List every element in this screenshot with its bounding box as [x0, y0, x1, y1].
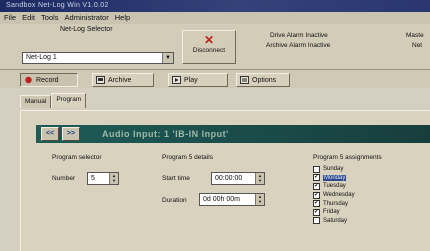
number-label: Number [52, 175, 76, 182]
disconnect-button[interactable]: ✕ Disconnect [182, 30, 236, 64]
record-mode-button[interactable]: Record [20, 73, 78, 87]
program-details-title: Program 5 details [162, 154, 213, 161]
drive-alarm-status: Drive Alarm Inactive [270, 32, 328, 39]
netlog-selector-value: Net-Log 1 [26, 54, 57, 61]
chevron-down-icon[interactable]: ▼ [162, 53, 173, 63]
day-label: Monday [323, 174, 347, 181]
record-icon [25, 76, 32, 84]
tab-program[interactable]: Program [51, 93, 87, 108]
net-status-label: Net [412, 42, 423, 49]
netlog-selector-dropdown[interactable]: Net-Log 1 ▼ [22, 52, 174, 64]
day-row-friday[interactable]: ✓ Friday [313, 208, 355, 217]
disconnect-label: Disconnect [192, 47, 226, 54]
menu-bar: File Edit Tools Administrator Help [0, 12, 430, 24]
archive-icon [96, 76, 105, 84]
stepper-arrows-icon[interactable]: ▲ ▼ [255, 194, 264, 205]
duration-value: 0d 00h 00m [203, 196, 240, 203]
day-row-wednesday[interactable]: ✓ Wednesday [313, 191, 355, 200]
program-assignments-title: Program 5 assignments [313, 154, 382, 161]
program-selector-title: Program selector [52, 154, 102, 161]
day-label: Saturday [323, 217, 348, 224]
master-status-label: Maste [406, 32, 424, 39]
day-checkbox[interactable]: ✓ [313, 191, 320, 199]
duration-label: Duration [162, 197, 187, 204]
window-title: Sandbox Net-Log Win V1.0.02 [6, 2, 109, 9]
start-time-field[interactable]: 00:00:00 ▲ ▼ [211, 172, 265, 185]
menu-edit[interactable]: Edit [22, 12, 35, 24]
archive-alarm-status: Archive Alarm Inactive [266, 42, 331, 49]
stepper-arrows-icon[interactable]: ▲ ▼ [109, 173, 118, 184]
day-checkbox[interactable] [313, 217, 320, 225]
day-row-tuesday[interactable]: ✓ Tuesday [313, 182, 355, 191]
audio-input-title: Audio Input: 1 'IB-IN Input' [102, 129, 229, 139]
netlog-selector-label: Net-Log Selector [60, 26, 113, 33]
previous-input-button[interactable]: << [41, 127, 59, 141]
day-row-thursday[interactable]: ✓ Thursday [313, 199, 355, 208]
program-number-value: 5 [91, 175, 95, 182]
stepper-arrows-icon[interactable]: ▲ ▼ [255, 173, 264, 184]
day-label: Sunday [323, 166, 344, 173]
record-mode-label: Record [36, 76, 59, 84]
day-label: Wednesday [323, 192, 355, 199]
day-label: Thursday [323, 200, 349, 207]
day-row-sunday[interactable]: Sunday [313, 165, 355, 174]
menu-file[interactable]: File [4, 12, 16, 24]
day-row-saturday[interactable]: Saturday [313, 217, 355, 226]
play-mode-label: Play [184, 76, 198, 84]
mode-bar: Record Archive Play Options [0, 70, 430, 88]
day-row-monday[interactable]: ✓ Monday [313, 174, 355, 183]
day-assignment-list: Sunday ✓ Monday ✓ Tuesday ✓ Wednesday ✓ Thursday… [313, 165, 355, 225]
duration-field[interactable]: 0d 00h 00m ▲ ▼ [199, 193, 265, 206]
start-time-value: 00:00:00 [215, 175, 243, 182]
day-label: Friday [323, 209, 340, 216]
options-icon [240, 76, 249, 84]
start-time-label: Start time [162, 175, 190, 182]
day-checkbox[interactable]: ✓ [313, 200, 320, 208]
program-number-stepper[interactable]: 5 ▲ ▼ [87, 172, 119, 185]
disconnect-icon: ✕ [203, 33, 215, 47]
sub-tab-strip: Manual Program [20, 93, 87, 109]
archive-mode-button[interactable]: Archive [92, 73, 154, 87]
menu-help[interactable]: Help [115, 12, 130, 24]
day-checkbox[interactable] [313, 165, 320, 173]
day-checkbox[interactable]: ✓ [313, 174, 320, 182]
options-mode-button[interactable]: Options [236, 73, 290, 87]
day-checkbox[interactable]: ✓ [313, 182, 320, 190]
menu-tools[interactable]: Tools [41, 12, 59, 24]
tab-manual[interactable]: Manual [20, 95, 52, 108]
day-label: Tuesday [323, 183, 346, 190]
options-mode-label: Options [252, 76, 277, 84]
toolbar: Net-Log Selector Net-Log 1 ▼ ✕ Disconnec… [0, 24, 430, 70]
archive-mode-label: Archive [108, 76, 132, 84]
play-mode-button[interactable]: Play [168, 73, 228, 87]
day-checkbox[interactable]: ✓ [313, 208, 320, 216]
next-input-button[interactable]: >> [62, 127, 80, 141]
play-icon [172, 76, 181, 84]
menu-administrator[interactable]: Administrator [65, 12, 109, 24]
window-title-bar: Sandbox Net-Log Win V1.0.02 [0, 0, 430, 12]
audio-input-nav-bar: << >> Audio Input: 1 'IB-IN Input' [36, 125, 430, 143]
